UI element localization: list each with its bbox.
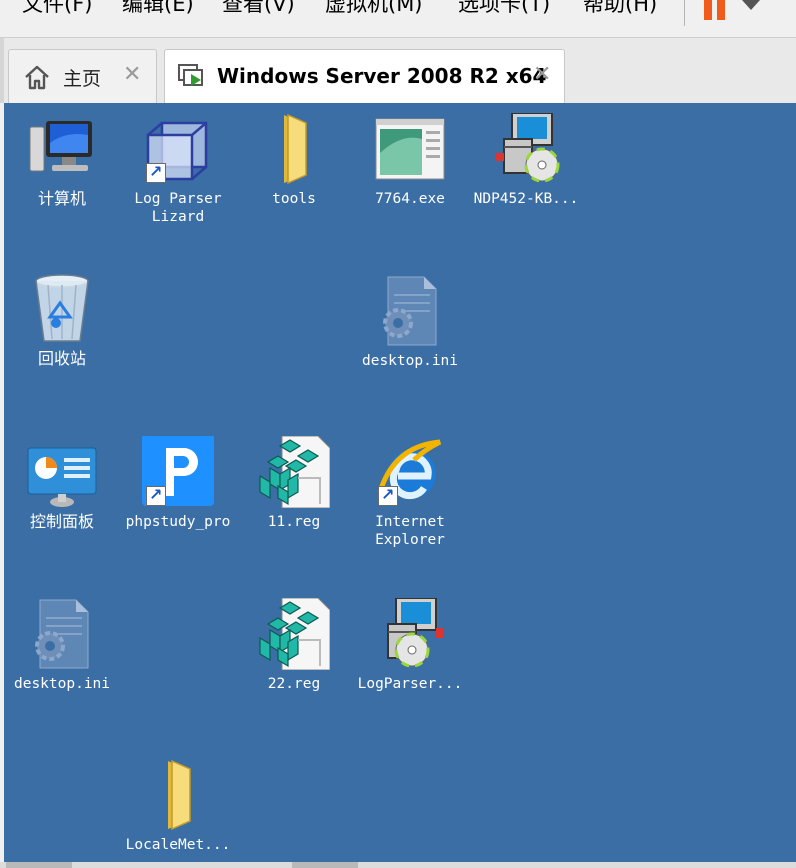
tab-home[interactable]: 主页 ✕ xyxy=(8,49,157,103)
tab-strip: 主页 ✕ Windows Server 2008 R2 x64 ✕ xyxy=(0,38,796,103)
menu-file[interactable]: 文件(F) xyxy=(22,0,92,18)
folder-icon xyxy=(142,759,214,831)
folder-icon xyxy=(258,113,330,185)
desktop-icon-label: 控制面板 xyxy=(29,512,94,531)
shortcut-arrow-icon xyxy=(378,485,398,506)
tab-vm-label: Windows Server 2008 R2 x64 xyxy=(217,64,547,88)
desktop-icon-label: tools xyxy=(272,191,316,207)
desktop-icon-22-reg[interactable]: 22.reg xyxy=(236,598,352,693)
desktop-icon-label: phpstudy_pro xyxy=(125,514,231,530)
desktop-icon-recycle-bin[interactable]: 回收站 xyxy=(4,273,120,368)
close-icon[interactable]: ✕ xyxy=(533,64,551,86)
tab-vm[interactable]: Windows Server 2008 R2 x64 ✕ xyxy=(164,49,565,103)
app-window-icon xyxy=(374,113,446,185)
desktop-icon-desktop-ini-2[interactable]: desktop.ini xyxy=(4,598,120,693)
menu-separator xyxy=(684,0,685,26)
desktop-icon-tools[interactable]: tools xyxy=(236,113,352,208)
desktop-icon-label: Log Parser Lizard xyxy=(134,191,222,225)
internet-explorer-icon xyxy=(374,436,446,508)
desktop-icon-label: Internet Explorer xyxy=(375,514,445,548)
vm-play-icon xyxy=(177,63,207,91)
chevron-down-icon[interactable] xyxy=(742,0,760,10)
menu-help[interactable]: 帮助(H) xyxy=(583,0,657,18)
desktop-icon-label: 回收站 xyxy=(37,349,86,368)
desktop-icon-ndp452[interactable]: NDP452-KB... xyxy=(468,113,584,208)
desktop-icon-localemet[interactable]: LocaleMet... xyxy=(120,759,236,854)
desktop-icon-logparser[interactable]: LogParser... xyxy=(352,598,468,693)
menu-bar: 文件(F) 编辑(E) 查看(V) 虚拟机(M) 选项卡(T) 帮助(H) xyxy=(0,0,796,38)
settings-file-icon xyxy=(374,275,446,347)
status-strip xyxy=(0,862,796,868)
computer-icon xyxy=(26,113,98,185)
desktop-icon-label: 22.reg xyxy=(267,676,321,692)
installer-icon xyxy=(374,598,446,670)
home-icon xyxy=(23,64,51,90)
desktop-icon-label: desktop.ini xyxy=(361,353,459,369)
registry-file-icon xyxy=(258,598,330,670)
status-segment xyxy=(6,862,72,868)
desktop-icon-label: LocaleMet... xyxy=(125,837,231,853)
settings-file-icon xyxy=(26,598,98,670)
status-segment xyxy=(292,862,358,868)
registry-file-icon xyxy=(258,436,330,508)
desktop-icon-label: 计算机 xyxy=(37,189,86,208)
menu-tabs[interactable]: 选项卡(T) xyxy=(458,0,550,18)
desktop-icon-7764-exe[interactable]: 7764.exe xyxy=(352,113,468,208)
desktop-icon-computer[interactable]: 计算机 xyxy=(4,113,120,208)
desktop-icon-control-panel[interactable]: 控制面板 xyxy=(4,436,120,531)
desktop-icon-label: NDP452-KB... xyxy=(473,191,579,207)
shortcut-arrow-icon xyxy=(146,162,166,183)
desktop-icon-internet-explorer[interactable]: Internet Explorer xyxy=(352,436,468,549)
vm-desktop[interactable]: 计算机 Log Parser Lizard tools 7764.exe NDP… xyxy=(4,103,796,862)
desktop-icon-desktop-ini[interactable]: desktop.ini xyxy=(352,275,468,370)
menu-view[interactable]: 查看(V) xyxy=(222,0,295,18)
shortcut-arrow-icon xyxy=(146,485,166,506)
cube-icon xyxy=(142,113,214,185)
recycle-bin-icon xyxy=(26,273,98,345)
desktop-icon-label: LogParser... xyxy=(357,676,463,692)
desktop-icon-label: desktop.ini xyxy=(13,676,111,692)
installer-icon xyxy=(490,113,562,185)
phpstudy-icon xyxy=(142,436,214,508)
desktop-icon-phpstudy-pro[interactable]: phpstudy_pro xyxy=(120,436,236,531)
menu-vm[interactable]: 虚拟机(M) xyxy=(325,0,423,18)
pause-icon[interactable] xyxy=(704,0,726,20)
desktop-icon-label: 7764.exe xyxy=(375,191,445,207)
close-icon[interactable]: ✕ xyxy=(123,64,141,86)
desktop-icon-log-parser-lizard[interactable]: Log Parser Lizard xyxy=(120,113,236,226)
menu-edit[interactable]: 编辑(E) xyxy=(122,0,194,18)
control-panel-icon xyxy=(26,436,98,508)
desktop-icon-label: 11.reg xyxy=(267,514,321,530)
desktop-icon-11-reg[interactable]: 11.reg xyxy=(236,436,352,531)
tab-home-label: 主页 xyxy=(63,68,102,90)
